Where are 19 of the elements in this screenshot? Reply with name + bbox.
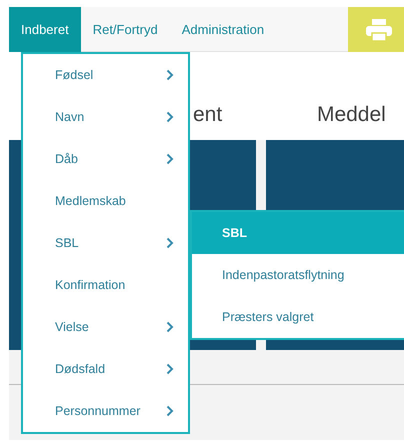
- submenu-item[interactable]: Præsters valgret: [192, 296, 404, 338]
- card-heading: Meddel: [316, 102, 386, 128]
- submenu-item[interactable]: Indenpastoratsflytning: [192, 254, 404, 296]
- menu-item[interactable]: Vielse: [23, 306, 188, 348]
- menu-item[interactable]: Dødsfald: [23, 348, 188, 390]
- menu-item[interactable]: Navn: [23, 96, 188, 138]
- menu-item[interactable]: Dåb: [23, 138, 188, 180]
- menu-item[interactable]: Konfirmation: [23, 264, 188, 306]
- printer-icon: [366, 18, 392, 40]
- nav-tab[interactable]: Indberet: [9, 7, 81, 52]
- nav-tab[interactable]: Administration: [170, 7, 276, 52]
- print-button[interactable]: [348, 7, 404, 52]
- menu-item[interactable]: Medlemskab: [23, 180, 188, 222]
- nav-tab[interactable]: Ret/Fortryd: [80, 7, 170, 52]
- menu-item[interactable]: SBL: [23, 222, 188, 264]
- menu-item[interactable]: Personnummer: [23, 390, 188, 432]
- menu-item[interactable]: Fødsel: [23, 54, 188, 96]
- submenu-item[interactable]: SBL: [192, 212, 404, 254]
- card-heading: ent: [193, 102, 222, 128]
